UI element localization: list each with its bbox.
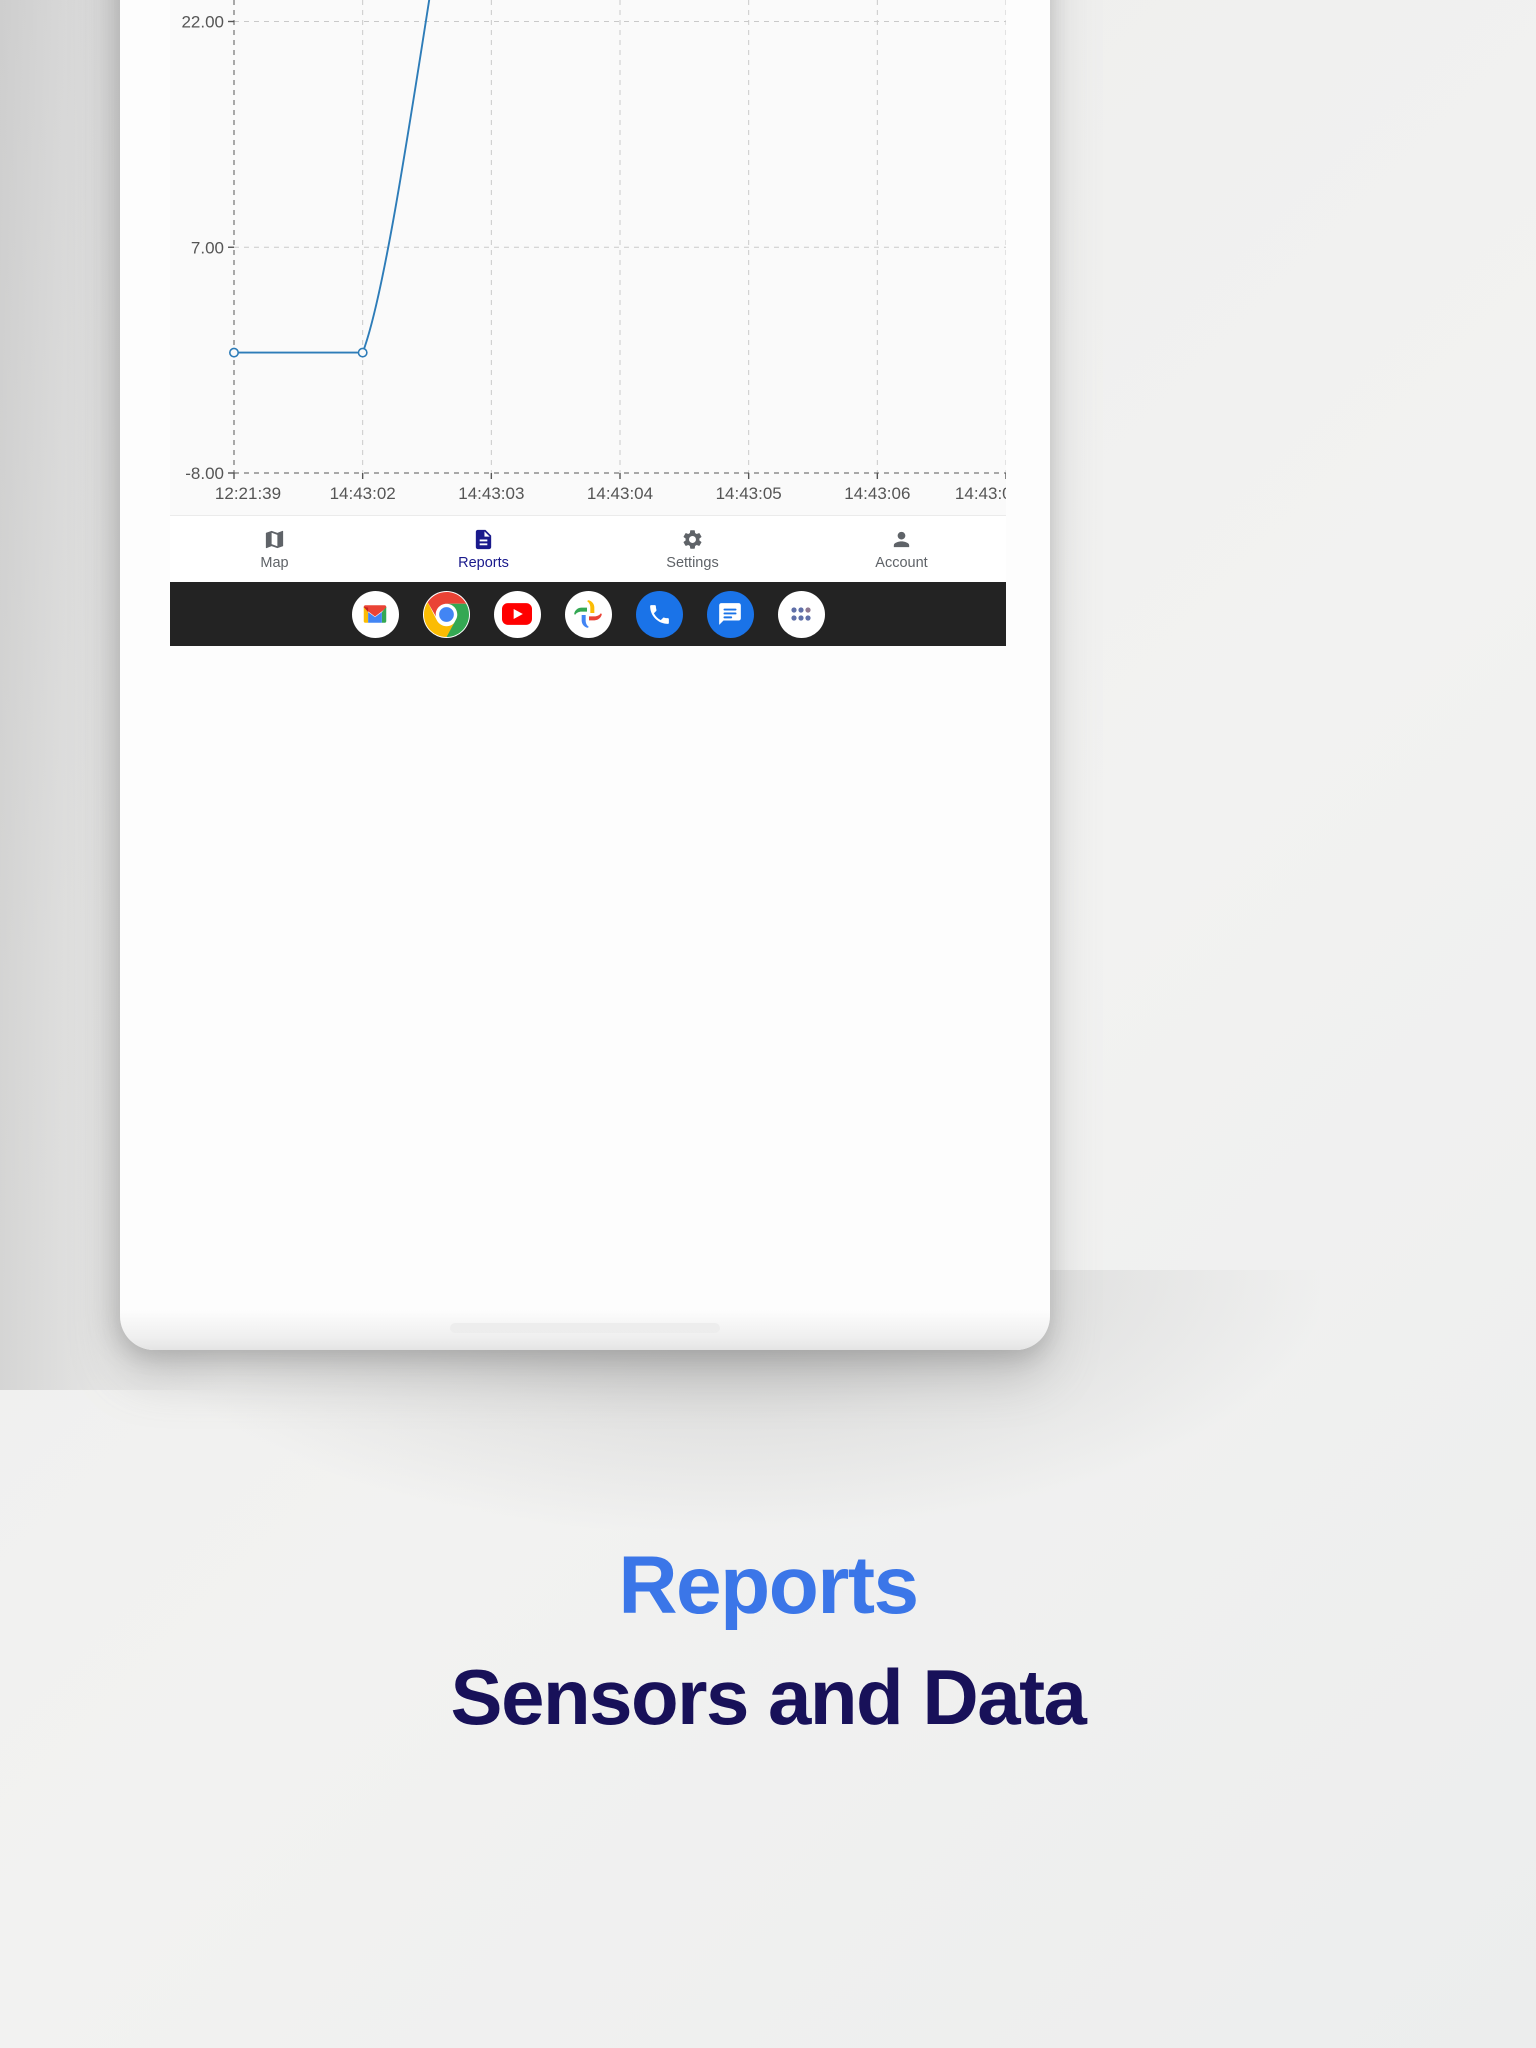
messages-icon[interactable] (706, 590, 754, 638)
android-dock (170, 582, 1006, 646)
google-photos-icon[interactable] (564, 590, 612, 638)
svg-text:-8.00: -8.00 (185, 464, 224, 483)
nav-tab-map[interactable]: Map (170, 516, 379, 582)
svg-text:14:43:05: 14:43:05 (716, 484, 782, 503)
sensor-chart-svg: 22.00 7.00 -8.0012:21:39 14:43:02 14:43:03 14… (181, 0, 1006, 503)
svg-text:14:43:03: 14:43:03 (458, 484, 524, 503)
nav-tab-settings[interactable]: Settings (588, 516, 797, 582)
nav-tab-account[interactable]: Account (797, 516, 1006, 582)
nav-tab-settings-label: Settings (666, 555, 719, 572)
svg-text:14:43:02: 14:43:02 (330, 484, 396, 503)
nav-tab-account-label: Account (875, 555, 928, 572)
map-icon (263, 527, 286, 552)
nav-tab-map-label: Map (260, 555, 289, 572)
caption-block: Reports Sensors and Data (0, 1540, 1536, 1741)
nav-tab-reports[interactable]: Reports (379, 516, 588, 582)
nav-tab-reports-label: Reports (458, 555, 509, 572)
svg-text:14:43:06: 14:43:06 (844, 484, 910, 503)
app-bottom-navigation: Map Reports Settings Account (170, 515, 1006, 582)
tablet-device-frame: 22.00 7.00 -8.00 12:21:39 14:43:02 14:43:03 14… (120, 0, 1050, 1350)
sensor-chart[interactable]: 22.00 7.00 -8.00 12:21:39 14:43:02 14:43:03 14… (170, 0, 1006, 515)
svg-text:14:43:07: 14:43:07 (955, 484, 1006, 503)
svg-text:22.00: 22.00 (181, 13, 224, 32)
svg-text:7.00: 7.00 (191, 238, 224, 257)
chrome-icon[interactable] (422, 590, 470, 638)
gmail-icon[interactable] (351, 590, 399, 638)
youtube-icon[interactable] (493, 590, 541, 638)
gear-icon (681, 527, 704, 552)
svg-text:14:43:04: 14:43:04 (587, 484, 653, 503)
app-drawer-icon[interactable] (777, 590, 825, 638)
person-icon (890, 527, 913, 552)
document-icon (472, 527, 495, 552)
home-indicator[interactable] (450, 1323, 720, 1333)
phone-icon[interactable] (635, 590, 683, 638)
device-screen: 22.00 7.00 -8.00 12:21:39 14:43:02 14:43:03 14… (170, 0, 1006, 646)
svg-text:12:21:39: 12:21:39 (215, 484, 281, 503)
caption-title: Reports (618, 1540, 919, 1631)
caption-subtitle: Sensors and Data (450, 1652, 1087, 1741)
